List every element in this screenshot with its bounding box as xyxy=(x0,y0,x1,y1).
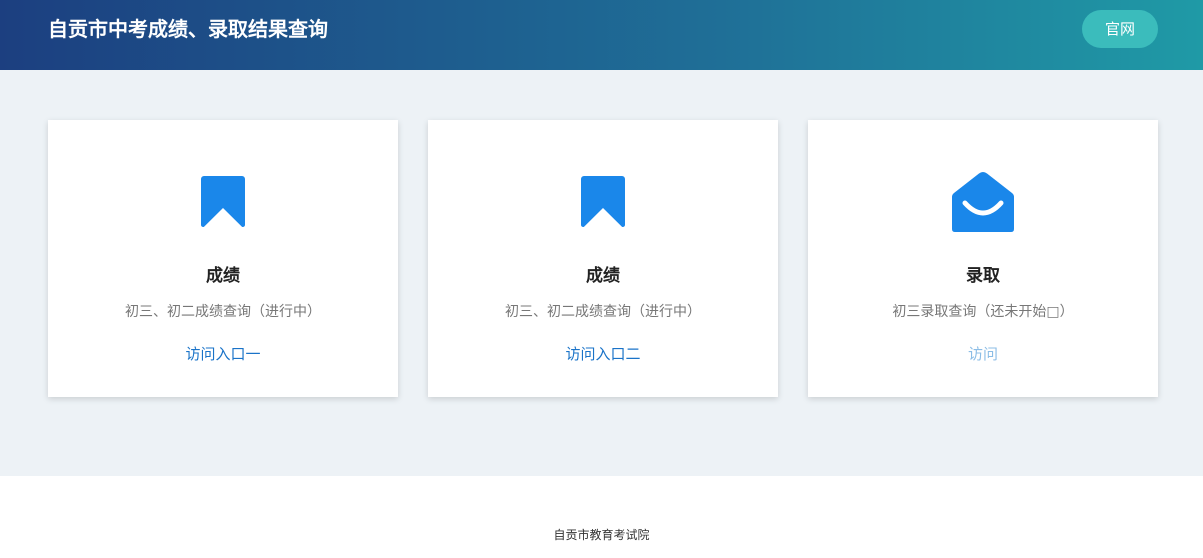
card-score-2: 成绩 初三、初二成绩查询（进行中） 访问入口二 xyxy=(428,120,778,397)
entry-link-1[interactable]: 访问入口一 xyxy=(48,343,398,365)
entry-link-admission[interactable]: 访问 xyxy=(808,343,1158,365)
bookmark-icon xyxy=(428,170,778,234)
card-admission: 录取 初三录取查询（还未开始□） 访问 xyxy=(808,120,1158,397)
official-site-button[interactable]: 官网 xyxy=(1082,10,1158,48)
card-title: 录取 xyxy=(966,266,1000,286)
card-description: 初三、初二成绩查询（进行中） xyxy=(505,304,701,320)
footer-text: 自贡市教育考试院 xyxy=(553,528,650,542)
bookmark-icon xyxy=(48,170,398,234)
card-title: 成绩 xyxy=(586,266,620,286)
top-header: 自贡市中考成绩、录取结果查询 官网 xyxy=(0,0,1203,70)
main-content: 成绩 初三、初二成绩查询（进行中） 访问入口一 成绩 初三、初二成绩查询（进行中… xyxy=(0,70,1203,476)
card-description: 初三、初二成绩查询（进行中） xyxy=(125,304,321,320)
entry-link-2[interactable]: 访问入口二 xyxy=(428,343,778,365)
page-title: 自贡市中考成绩、录取结果查询 xyxy=(48,17,328,41)
card-description: 初三录取查询（还未开始□） xyxy=(892,304,1074,320)
footer: 自贡市教育考试院 xyxy=(0,476,1203,558)
card-title: 成绩 xyxy=(206,266,240,286)
open-envelope-icon xyxy=(808,170,1158,234)
card-score-1: 成绩 初三、初二成绩查询（进行中） 访问入口一 xyxy=(48,120,398,397)
